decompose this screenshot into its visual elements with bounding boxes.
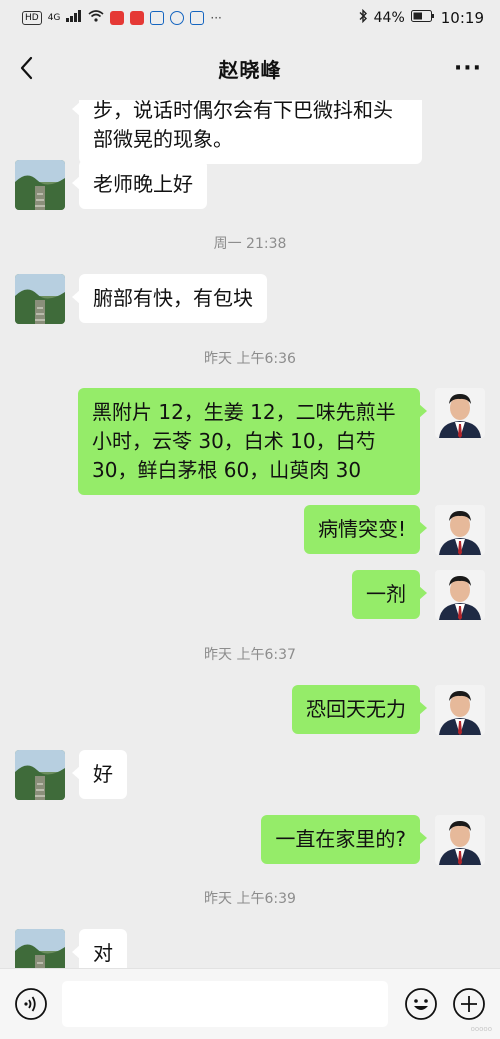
app-notification-icon [130,11,145,25]
app-notification-icon [110,11,125,25]
wifi-icon [88,10,104,26]
message-bubble[interactable]: 对 [72,929,127,968]
self-avatar[interactable] [435,815,485,865]
network-indicator: 4G [47,13,61,23]
app-notification-icon [170,11,185,25]
hd-indicator: HD [22,11,42,25]
more-notifications-icon: ··· [210,11,222,25]
message-timestamp: 昨天 上午6:36 [204,351,296,367]
chat-area[interactable]: 步，说话时偶尔会有下巴微抖和头部微晃的现象。 老师晚上好 周一 21:38 腑部… [0,100,500,968]
more-dots-icon[interactable]: ··· [454,56,482,81]
self-avatar[interactable] [435,570,485,620]
contact-avatar[interactable] [15,929,65,968]
chat-title: 赵晓峰 [218,57,282,82]
bulb-app-icon [150,11,165,25]
battery-percent: 44% [373,10,405,26]
message-bubble[interactable]: 好 [72,750,127,799]
message-input[interactable] [62,981,388,1027]
message-bubble[interactable]: 腑部有快，有包块 [72,274,267,323]
contact-avatar[interactable] [15,160,65,210]
signal-icon [66,10,82,26]
self-avatar[interactable] [435,685,485,735]
message-timestamp: 周一 21:38 [213,236,287,252]
message-timestamp: 昨天 上午6:37 [204,647,296,663]
watermark: ooooo [470,1025,492,1033]
emoji-icon[interactable] [404,987,438,1021]
status-left: HD 4G ··· [22,10,222,26]
clock: 10:19 [440,9,484,27]
nav-bar: 赵晓峰 ··· [0,36,500,100]
plus-icon[interactable] [452,987,486,1021]
self-avatar[interactable] [435,505,485,555]
chevron-left-icon[interactable] [12,52,44,84]
status-bar: HD 4G ··· 44% 10:19 [0,0,500,36]
bluetooth-icon [358,8,368,27]
contact-avatar[interactable] [15,274,65,324]
self-avatar[interactable] [435,388,485,438]
message-bubble[interactable]: 病情突变! [303,505,428,554]
message-bubble[interactable]: 老师晚上好 [72,160,207,209]
message-bubble[interactable]: 步，说话时偶尔会有下巴微抖和头部微晃的现象。 [72,100,422,164]
contact-avatar[interactable] [15,750,65,800]
input-bar: ooooo [0,968,500,1039]
status-right: 44% 10:19 [358,8,484,27]
message-bubble[interactable]: 恐回天无力 [292,685,427,734]
message-bubble[interactable]: 一剂 [352,570,427,619]
battery-icon [410,10,435,26]
voice-icon[interactable] [14,987,48,1021]
message-bubble[interactable]: 黑附片 12，生姜 12，二味先煎半小时，云苓 30，白术 10，白芍 30，鲜… [78,388,427,495]
message-timestamp: 昨天 上午6:39 [204,891,296,907]
message-bubble[interactable]: 一直在家里的? [261,815,427,864]
bulb-app-icon [190,11,205,25]
